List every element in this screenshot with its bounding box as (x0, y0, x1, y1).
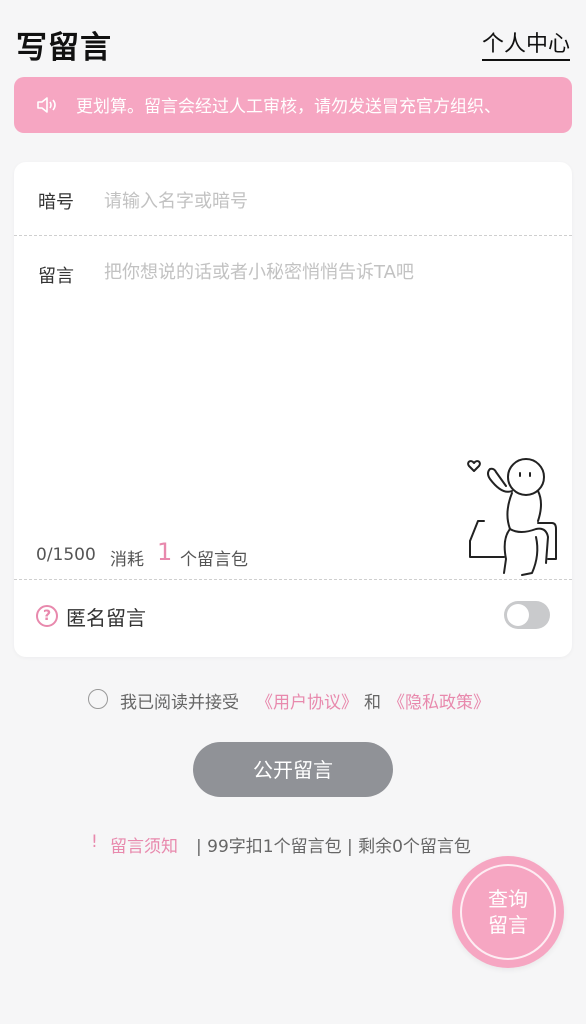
toggle-knob (507, 604, 529, 626)
user-agreement-link[interactable]: 《用户协议》 (256, 688, 358, 713)
header: 写留言 个人中心 (0, 0, 586, 78)
question-icon[interactable]: ? (36, 605, 58, 627)
anonymous-label: 匿名留言 (66, 606, 146, 630)
consume-prefix: 消耗 (110, 550, 144, 570)
privacy-policy-link[interactable]: 《隐私政策》 (388, 688, 490, 713)
name-label: 暗号 (38, 192, 74, 213)
agreement-text: 我已阅读并接受 (120, 693, 239, 713)
message-input[interactable] (102, 256, 556, 440)
notice-banner: 更划算。留言会经过人工审核，请勿发送冒充官方组织、 (14, 77, 572, 133)
char-counter: 0/1500 (36, 545, 96, 565)
speaker-icon (37, 97, 56, 113)
divider (14, 579, 572, 580)
message-label: 留言 (38, 266, 74, 287)
rules-info: | 99字扣1个留言包 | 剩余0个留言包 (196, 837, 471, 857)
user-center-link[interactable]: 个人中心 (481, 26, 570, 61)
page-title: 写留言 (16, 30, 112, 66)
consume-count: 1 (157, 538, 173, 566)
name-input[interactable] (102, 180, 546, 222)
query-messages-button[interactable]: 查询留言 (452, 856, 564, 968)
divider (14, 235, 572, 236)
agreement-and: 和 (364, 693, 381, 713)
query-messages-label: 查询留言 (488, 887, 528, 937)
warning-icon: ! (91, 832, 98, 852)
consume-suffix: 个留言包 (180, 550, 248, 570)
agreement-checkbox[interactable] (88, 689, 108, 709)
message-form-card: 暗号 留言 0/1500 消耗 1 个留言包 ? 匿名留言 (14, 162, 572, 657)
anonymous-toggle[interactable] (504, 601, 550, 629)
notice-text: 更划算。留言会经过人工审核，请勿发送冒充官方组织、 (76, 97, 501, 117)
message-rules-link[interactable]: 留言须知 (110, 832, 178, 857)
publish-message-button[interactable]: 公开留言 (193, 742, 393, 797)
mascot-illustration (467, 458, 557, 576)
